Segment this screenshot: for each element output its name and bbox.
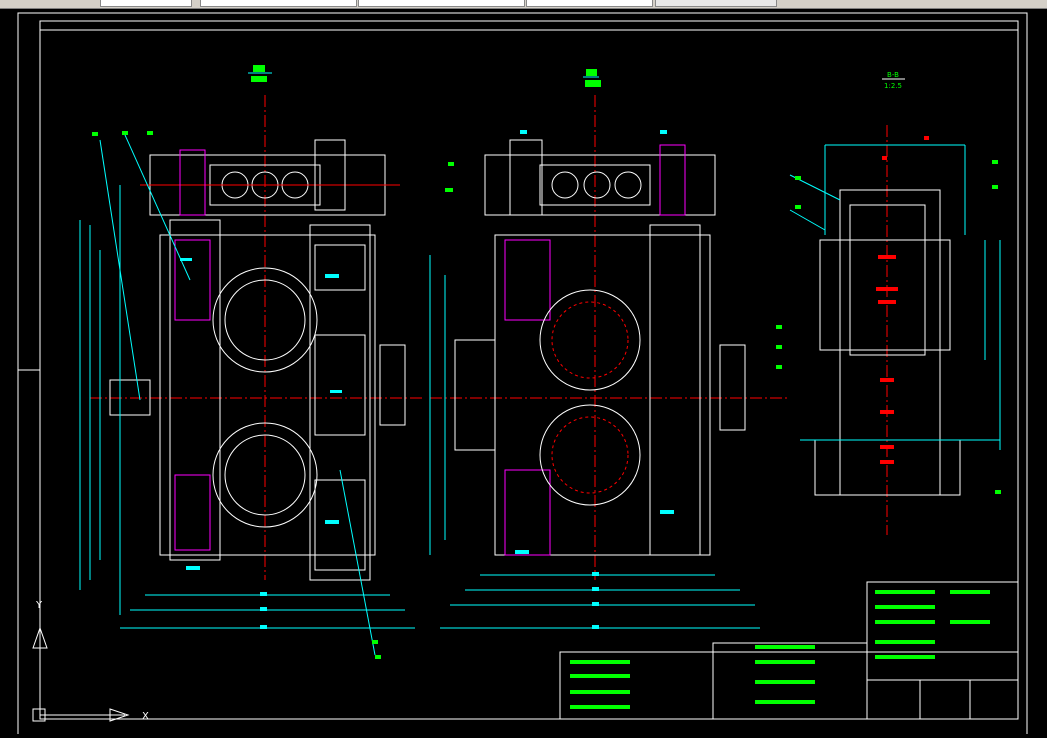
ucs-x-label: X (142, 711, 149, 722)
title-block (559, 581, 1019, 720)
section-label: B-B (887, 71, 899, 79)
ucs-y-label: Y (35, 600, 43, 611)
linetype-dropdown[interactable] (526, 0, 653, 7)
cad-toolbar (0, 0, 1047, 9)
cad-drawing: B-B 1:2.5 Y X (17, 12, 1028, 738)
ucs-icon: Y X (32, 600, 149, 722)
section-view (789, 125, 1001, 535)
view-title-front (583, 69, 601, 87)
sheet-border (17, 12, 1028, 738)
drawing-canvas[interactable]: B-B 1:2.5 Y X (0, 9, 1047, 738)
front-view (429, 95, 790, 629)
view-title-section: B-B 1:2.5 (882, 71, 905, 90)
left-view (79, 95, 425, 659)
view-title-left (248, 65, 272, 82)
toolbar-field[interactable] (100, 0, 192, 7)
drawing-frame (39, 20, 1019, 720)
color-dropdown[interactable] (358, 0, 525, 7)
layer-dropdown[interactable] (200, 0, 357, 7)
section-scale: 1:2.5 (884, 82, 902, 90)
lineweight-dropdown[interactable] (655, 0, 777, 7)
